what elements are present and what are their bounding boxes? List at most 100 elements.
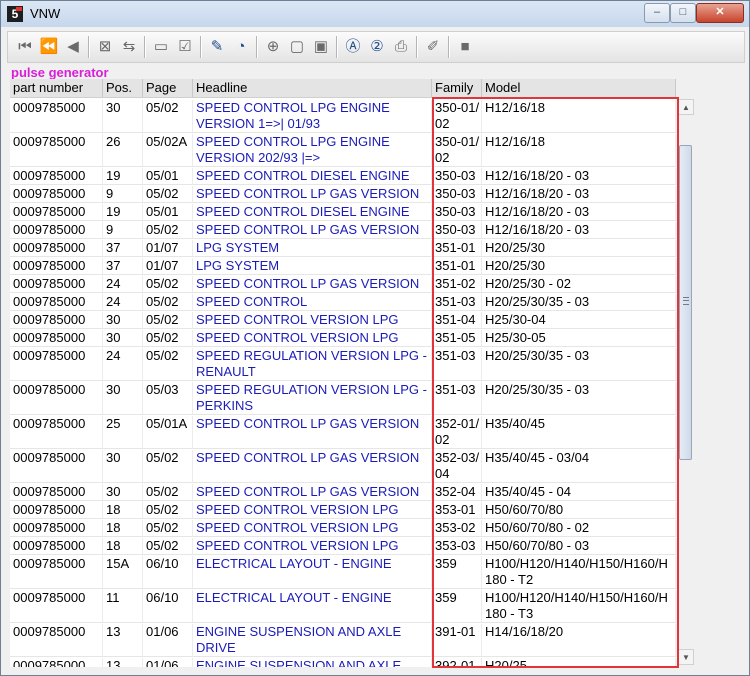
cell-part-number: 0009785000 <box>10 416 103 448</box>
cell-part-number: 0009785000 <box>10 658 103 667</box>
minimize-button[interactable]: – <box>644 3 670 23</box>
scroll-up-icon[interactable]: ▲ <box>678 99 694 115</box>
cell-pos: 13 <box>103 624 143 656</box>
close-button[interactable]: ✕ <box>696 3 744 23</box>
cell-part-number: 0009785000 <box>10 168 103 184</box>
cell-family: 351-04 <box>432 312 482 328</box>
column-header-family[interactable]: Family <box>432 79 482 97</box>
basket-icon[interactable]: ▭ <box>150 36 172 58</box>
cell-pos: 30 <box>103 382 143 414</box>
table-row[interactable]: 0009785000 19 05/01 SPEED CONTROL DIESEL EN… <box>10 203 676 221</box>
highlighter-icon[interactable]: ✎ <box>206 36 228 58</box>
annotation-2-icon[interactable]: ② <box>366 36 388 58</box>
cell-pos: 30 <box>103 330 143 346</box>
vertical-scrollbar[interactable]: ▲ ▼ <box>677 99 694 665</box>
cell-headline[interactable]: SPEED CONTROL VERSION LPG <box>193 330 432 346</box>
cell-headline[interactable]: SPEED CONTROL VERSION LPG <box>193 502 432 518</box>
maximize-button[interactable]: □ <box>670 3 696 23</box>
cell-headline[interactable]: LPG SYSTEM <box>193 258 432 274</box>
cell-headline[interactable]: ELECTRICAL LAYOUT - ENGINE <box>193 590 432 622</box>
cell-model: H12/16/18 <box>482 134 676 166</box>
table-row[interactable]: 0009785000 18 05/02 SPEED CONTROL VERSION L… <box>10 501 676 519</box>
table-row[interactable]: 0009785000 37 01/07 LPG SYSTEM 351-01 H20/25/… <box>10 257 676 275</box>
switch-document-icon[interactable]: ⇆ <box>118 36 140 58</box>
cell-headline[interactable]: SPEED REGULATION VERSION LPG - PERKINS <box>193 382 432 414</box>
table-row[interactable]: 0009785000 13 01/06 ENGINE SUSPENSION AND A… <box>10 623 676 657</box>
page-width-icon[interactable]: ▣ <box>310 36 332 58</box>
checklist-icon[interactable]: ☑ <box>174 36 196 58</box>
cell-headline[interactable]: SPEED REGULATION VERSION LPG - RENAULT <box>193 348 432 380</box>
cell-family: 351-05 <box>432 330 482 346</box>
cell-page: 01/07 <box>143 240 193 256</box>
cell-family: 359 <box>432 556 482 588</box>
column-header-page[interactable]: Page <box>143 79 193 97</box>
cell-family: 391-01 <box>432 624 482 656</box>
table-row[interactable]: 0009785000 24 05/02 SPEED CONTROL LP GAS VE… <box>10 275 676 293</box>
table-row[interactable]: 0009785000 26 05/02A SPEED CONTROL LPG ENGI… <box>10 133 676 167</box>
cell-headline[interactable]: SPEED CONTROL LPG ENGINE VERSION 202/93 … <box>193 134 432 166</box>
table-row[interactable]: 0009785000 9 05/02 SPEED CONTROL LP GAS VER… <box>10 185 676 203</box>
table-row[interactable]: 0009785000 24 05/02 SPEED REGULATION VERSIO… <box>10 347 676 381</box>
table-row[interactable]: 0009785000 37 01/07 LPG SYSTEM 351-01 H20/25/… <box>10 239 676 257</box>
cell-headline[interactable]: LPG SYSTEM <box>193 240 432 256</box>
column-header-part-number[interactable]: part number <box>10 79 103 97</box>
column-header-headline[interactable]: Headline <box>193 79 432 97</box>
cell-part-number: 0009785000 <box>10 590 103 622</box>
cell-headline[interactable]: SPEED CONTROL DIESEL ENGINE <box>193 168 432 184</box>
table-row[interactable]: 0009785000 19 05/01 SPEED CONTROL DIESEL EN… <box>10 167 676 185</box>
cell-part-number: 0009785000 <box>10 330 103 346</box>
cell-headline[interactable]: SPEED CONTROL LP GAS VERSION <box>193 450 432 482</box>
cell-headline[interactable]: ENGINE SUSPENSION AND AXLE <box>193 658 432 667</box>
toolbar-separator <box>336 36 338 58</box>
cell-headline[interactable]: SPEED CONTROL <box>193 294 432 310</box>
page-fit-icon[interactable]: ▢ <box>286 36 308 58</box>
cell-headline[interactable]: SPEED CONTROL VERSION LPG <box>193 520 432 536</box>
table-row[interactable]: 0009785000 30 05/02 SPEED CONTROL VERSION L… <box>10 329 676 347</box>
table-row[interactable]: 0009785000 25 05/01A SPEED CONTROL LP GAS V… <box>10 415 676 449</box>
table-row[interactable]: 0009785000 11 06/10 ELECTRICAL LAYOUT - ENG… <box>10 589 676 623</box>
cell-headline[interactable]: SPEED CONTROL LP GAS VERSION <box>193 222 432 238</box>
first-record-icon[interactable]: ⏮ <box>14 36 36 58</box>
table-row[interactable]: 0009785000 30 05/02 SPEED CONTROL LP GAS VE… <box>10 483 676 501</box>
column-header-pos[interactable]: Pos. <box>103 79 143 97</box>
cell-headline[interactable]: SPEED CONTROL VERSION LPG <box>193 538 432 554</box>
globe-icon[interactable]: ◔ <box>230 36 252 58</box>
cell-page: 01/06 <box>143 624 193 656</box>
stop-icon[interactable]: ■ <box>454 36 476 58</box>
cell-headline[interactable]: ENGINE SUSPENSION AND AXLE DRIVE <box>193 624 432 656</box>
table-row[interactable]: 0009785000 24 05/02 SPEED CONTROL 351-03 H20/… <box>10 293 676 311</box>
cell-headline[interactable]: SPEED CONTROL LPG ENGINE VERSION 1=>| 01… <box>193 100 432 132</box>
zoom-in-icon[interactable]: ⊕ <box>262 36 284 58</box>
cell-headline[interactable]: SPEED CONTROL VERSION LPG <box>193 312 432 328</box>
cell-headline[interactable]: SPEED CONTROL LP GAS VERSION <box>193 484 432 500</box>
table-row[interactable]: 0009785000 30 05/02 SPEED CONTROL VERSION L… <box>10 311 676 329</box>
close-document-icon[interactable]: ⊠ <box>94 36 116 58</box>
cell-headline[interactable]: SPEED CONTROL LP GAS VERSION <box>193 416 432 448</box>
scroll-thumb[interactable] <box>679 145 692 460</box>
cell-headline[interactable]: SPEED CONTROL LP GAS VERSION <box>193 186 432 202</box>
grip-icon <box>683 297 689 305</box>
table-row[interactable]: 0009785000 13 01/06 ENGINE SUSPENSION AND A… <box>10 657 676 667</box>
column-header-model[interactable]: Model <box>482 79 676 97</box>
edit-icon[interactable]: ✐ <box>422 36 444 58</box>
table-row[interactable]: 0009785000 18 05/02 SPEED CONTROL VERSION L… <box>10 537 676 555</box>
cell-headline[interactable]: ELECTRICAL LAYOUT - ENGINE <box>193 556 432 588</box>
previous-page-icon[interactable]: ⏪ <box>38 36 60 58</box>
cell-headline[interactable]: SPEED CONTROL DIESEL ENGINE <box>193 204 432 220</box>
cell-family: 392-01 <box>432 658 482 667</box>
cell-family: 350-03 <box>432 222 482 238</box>
scroll-down-icon[interactable]: ▼ <box>678 649 694 665</box>
cell-part-number: 0009785000 <box>10 556 103 588</box>
print-icon[interactable]: ⎙ <box>390 36 412 58</box>
table-row[interactable]: 0009785000 9 05/02 SPEED CONTROL LP GAS VER… <box>10 221 676 239</box>
previous-record-icon[interactable]: ◀ <box>62 36 84 58</box>
table-row[interactable]: 0009785000 18 05/02 SPEED CONTROL VERSION L… <box>10 519 676 537</box>
table-row[interactable]: 0009785000 30 05/02 SPEED CONTROL LPG ENGIN… <box>10 99 676 133</box>
cell-family: 352-01/02 <box>432 416 482 448</box>
table-row[interactable]: 0009785000 15A 06/10 ELECTRICAL LAYOUT - EN… <box>10 555 676 589</box>
table-row[interactable]: 0009785000 30 05/03 SPEED REGULATION VERSIO… <box>10 381 676 415</box>
annotation-a-icon[interactable]: Ⓐ <box>342 36 364 58</box>
cell-headline[interactable]: SPEED CONTROL LP GAS VERSION <box>193 276 432 292</box>
parts-table: part number Pos. Page Headline Family Model 0… <box>10 79 676 667</box>
table-row[interactable]: 0009785000 30 05/02 SPEED CONTROL LP GAS VE… <box>10 449 676 483</box>
